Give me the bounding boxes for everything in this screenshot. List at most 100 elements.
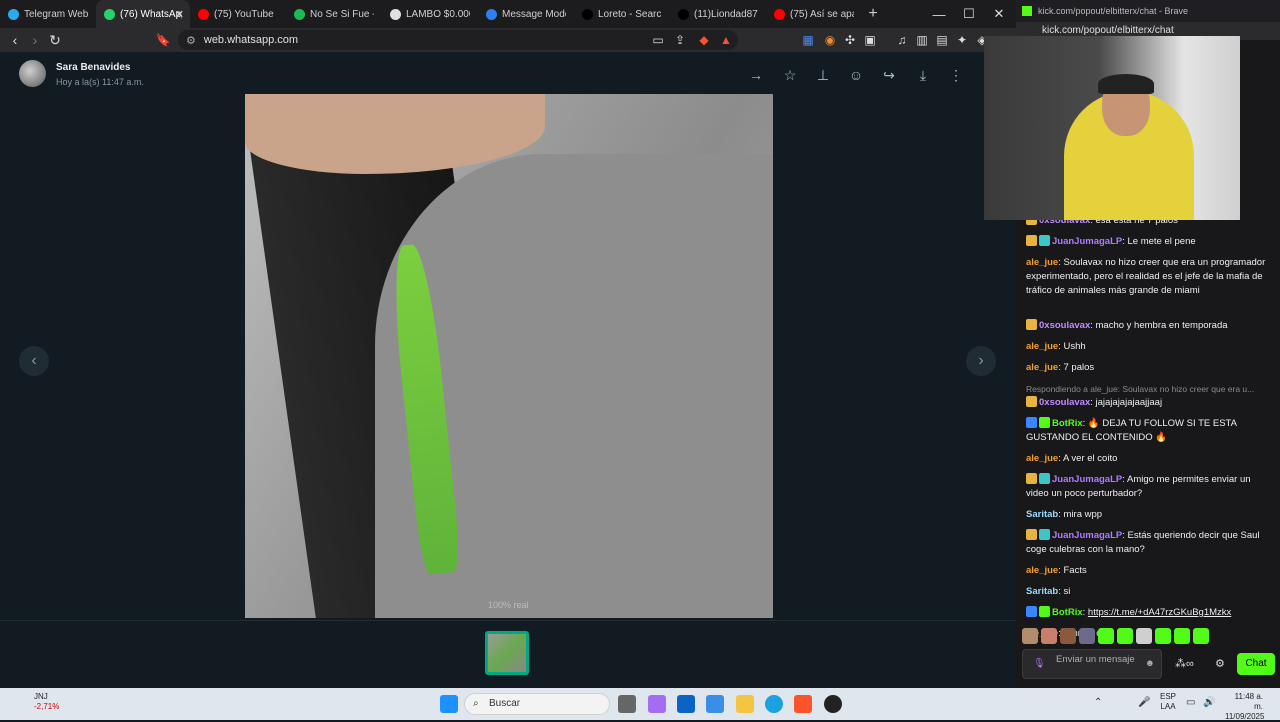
chat-message[interactable]: ale_jue: A ver el coito (1026, 452, 1268, 466)
emote-icon[interactable] (1117, 628, 1133, 644)
tab-4[interactable]: LAMBO $0.00018 (382, 0, 478, 28)
chat-message[interactable]: BotRix: 🔥 DEJA TU FOLLOW SI TE ESTA GUST… (1026, 417, 1268, 445)
cast-icon[interactable]: ▭ (650, 32, 666, 48)
brave-rewards-icon[interactable]: ▲ (718, 32, 734, 48)
screenshot-icon[interactable]: ▣ (862, 32, 878, 48)
chat-username[interactable]: BotRix (1052, 607, 1083, 618)
emote-icon[interactable] (1060, 628, 1076, 644)
forward-icon[interactable]: › (25, 32, 45, 48)
maximize-button[interactable]: ☐ (954, 0, 984, 28)
emote-icon[interactable] (1022, 628, 1038, 644)
chat-message[interactable]: Saritab: si (1026, 585, 1268, 599)
translate-icon[interactable]: ▦ (800, 32, 816, 48)
snipping-tool-icon[interactable] (706, 695, 724, 713)
extension-icon[interactable]: ◉ (822, 32, 838, 48)
chat-message[interactable]: Respondiendo a ale_jue: Soulavax no hizo… (1026, 382, 1268, 410)
new-tab-button[interactable]: + (862, 5, 884, 23)
forward-icon[interactable]: ↪ (880, 66, 898, 84)
chat-username[interactable]: BotRix (1052, 418, 1083, 429)
avatar[interactable] (19, 60, 46, 87)
chat-username[interactable]: 0xsoulavax (1039, 397, 1090, 408)
tray-overflow-icon[interactable]: ⌃ (1094, 697, 1102, 708)
chat-message[interactable]: ale_jue: 7 palos (1026, 361, 1268, 375)
chat-message[interactable]: ale_jue: Soulavax no hizo creer que era … (1026, 256, 1268, 298)
tab-8[interactable]: (75) Así se aparec (766, 0, 862, 28)
chat-username[interactable]: ale_jue (1026, 362, 1058, 373)
tab-0[interactable]: Telegram Web (0, 0, 96, 28)
emoji-icon[interactable]: ☻ (1145, 658, 1155, 669)
chat-message[interactable]: 0xsoulavax: macho y hembra en temporada (1026, 319, 1268, 333)
music-icon[interactable]: ♫ (894, 32, 910, 48)
chat-username[interactable]: JuanJumagaLP (1052, 236, 1122, 247)
tab-5[interactable]: Message Moderat (478, 0, 574, 28)
microphone-tray-icon[interactable]: 🎤 (1138, 697, 1150, 708)
chat-link[interactable]: https://t.me/+dA47rzGKuBg1Mzkx (1088, 607, 1231, 618)
tab-2[interactable]: (75) YouTube (190, 0, 286, 28)
store-icon[interactable] (677, 695, 695, 713)
media-thumbnail[interactable] (485, 631, 529, 675)
rewards-icon[interactable]: ⁂∞ (1175, 657, 1194, 670)
leo-icon[interactable]: ✦ (954, 32, 970, 48)
share-icon[interactable]: ⇪ (672, 32, 688, 48)
chat-username[interactable]: ale_jue (1026, 257, 1058, 268)
language-indicator[interactable]: ESP LAA (1160, 692, 1176, 712)
chat-username[interactable]: ale_jue (1026, 453, 1058, 464)
chat-username[interactable]: Saritab (1026, 586, 1058, 597)
clock[interactable]: 11:48 a. m. 11/09/2025 (1225, 692, 1264, 722)
chat-message[interactable]: ale_jue: Facts (1026, 564, 1268, 578)
volume-icon[interactable]: 🔊 (1203, 697, 1215, 708)
chat-username[interactable]: JuanJumagaLP (1052, 530, 1122, 541)
emote-icon[interactable] (1174, 628, 1190, 644)
close-window-button[interactable]: ✕ (984, 0, 1014, 28)
chat-username[interactable]: ale_jue (1026, 341, 1058, 352)
file-explorer-icon[interactable] (736, 695, 754, 713)
back-icon[interactable]: ‹ (5, 32, 25, 48)
reload-icon[interactable]: ↻ (45, 32, 65, 49)
sidebar-icon[interactable]: ▥ (914, 32, 930, 48)
wallet-icon[interactable]: ▤ (934, 32, 950, 48)
taskbar-search[interactable]: ⌕ Buscar (464, 693, 610, 715)
minimize-button[interactable]: — (924, 0, 954, 28)
stock-widget[interactable]: JNJ -2,71% (12, 692, 59, 712)
copilot-icon[interactable] (648, 695, 666, 713)
start-icon[interactable] (440, 695, 458, 713)
send-chat-button[interactable]: Chat (1237, 653, 1275, 675)
edge-icon[interactable] (765, 695, 783, 713)
emote-icon[interactable] (1079, 628, 1095, 644)
tab-6[interactable]: Loreto - Search / (574, 0, 670, 28)
chat-message[interactable]: Saritab: mira wpp (1026, 508, 1268, 522)
chat-message[interactable]: JuanJumagaLP: Estás queriendo decir que … (1026, 529, 1268, 557)
next-media-button[interactable]: › (966, 346, 996, 376)
mic-icon[interactable]: 🎙 (1033, 658, 1045, 669)
download-icon[interactable]: ⤓ (914, 66, 932, 84)
chat-settings-icon[interactable]: ⚙ (1215, 657, 1225, 670)
bookmark-icon[interactable]: 🔖 (155, 32, 171, 48)
photo-image[interactable] (245, 94, 773, 618)
network-icon[interactable]: ▭ (1186, 697, 1195, 708)
go-to-message-icon[interactable]: → (747, 66, 765, 84)
emote-icon[interactable] (1155, 628, 1171, 644)
chat-message[interactable]: ale_jue: Ushh (1026, 340, 1268, 354)
site-info-icon[interactable]: ⚙ (186, 34, 196, 47)
puzzle-icon[interactable]: ✣ (842, 32, 858, 48)
emoji-react-icon[interactable]: ☺ (847, 66, 865, 84)
chat-message[interactable]: BotRix: https://t.me/+dA47rzGKuBg1Mzkx (1026, 606, 1268, 620)
close-tab-icon[interactable]: ✕ (175, 8, 184, 21)
previous-media-button[interactable]: ‹ (19, 346, 49, 376)
emote-icon[interactable] (1136, 628, 1152, 644)
chat-username[interactable]: 0xsoulavax (1039, 320, 1090, 331)
brave-shield-icon[interactable]: ◆ (696, 32, 712, 48)
emote-icon[interactable] (1041, 628, 1057, 644)
tab-3[interactable]: No Se Si Fue - (286, 0, 382, 28)
star-icon[interactable]: ☆ (781, 66, 799, 84)
chat-input[interactable]: 🎙 Enviar un mensaje ☻ (1022, 649, 1162, 679)
chat-message[interactable]: JuanJumagaLP: Amigo me permites enviar u… (1026, 473, 1268, 501)
more-options-icon[interactable]: ⋮ (947, 66, 965, 84)
pin-icon[interactable]: ⊥ (814, 66, 832, 84)
chat-username[interactable]: ale_jue (1026, 565, 1058, 576)
task-view-icon[interactable] (618, 695, 636, 713)
chat-username[interactable]: JuanJumagaLP (1052, 474, 1122, 485)
brave-taskbar-icon[interactable] (794, 695, 812, 713)
chat-username[interactable]: Saritab (1026, 509, 1058, 520)
tab-7[interactable]: (11)Liondad87 (670, 0, 766, 28)
